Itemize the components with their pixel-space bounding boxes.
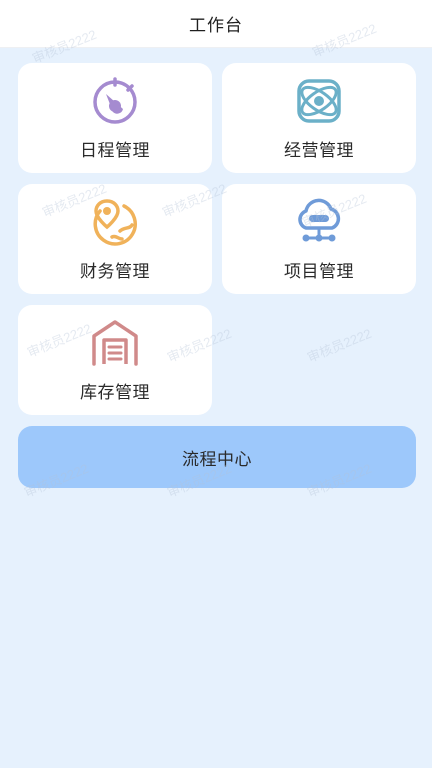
dashboard-gauge-icon — [93, 77, 137, 124]
globe-location-pin-icon — [93, 199, 137, 246]
card-label: 日程管理 — [80, 141, 150, 161]
card-label: 财务管理 — [80, 262, 150, 282]
top-bar: 工作台 — [0, 0, 432, 48]
card-label: 经营管理 — [284, 141, 354, 161]
process-center-label: 流程中心 — [182, 449, 252, 470]
business-management-card[interactable]: 经营管理 — [222, 63, 416, 173]
page-title: 工作台 — [189, 16, 243, 36]
card-label: 项目管理 — [284, 262, 354, 282]
inventory-management-card[interactable]: 库存管理 — [18, 305, 212, 415]
schedule-management-card[interactable]: 日程管理 — [18, 63, 212, 173]
warehouse-icon — [92, 320, 138, 366]
cloud-network-icon — [298, 198, 341, 242]
watermark-text: 审核员2222 — [305, 325, 374, 366]
process-center-button[interactable]: 流程中心 — [18, 426, 416, 488]
finance-management-card[interactable]: 财务管理 — [18, 184, 212, 294]
project-management-card[interactable]: 项目管理 — [222, 184, 416, 294]
atom-orbit-icon — [297, 79, 341, 123]
card-label: 库存管理 — [80, 383, 150, 403]
